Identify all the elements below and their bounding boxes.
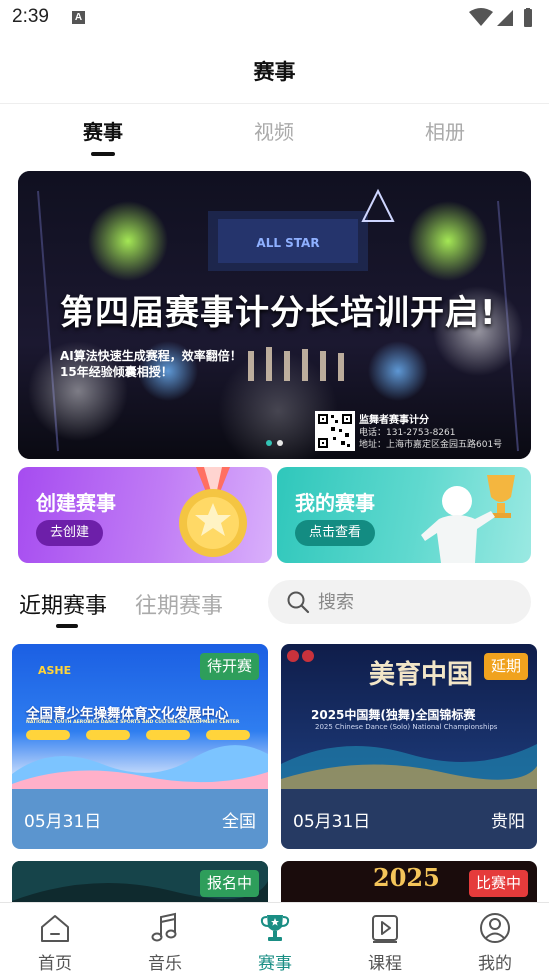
banner-title: 第四届赛事计分长培训开启!: [60, 293, 497, 333]
search-input[interactable]: [318, 588, 508, 616]
event-region: 全国: [222, 812, 256, 832]
view-my-events-button[interactable]: 点击查看: [295, 520, 376, 546]
status-badge: 待开赛: [199, 653, 259, 680]
gold-medal-icon: [179, 467, 247, 557]
status-badge: 延期: [483, 653, 528, 680]
trophy-figure-icon: [421, 475, 515, 563]
create-event-button[interactable]: 去创建: [36, 520, 104, 546]
banner-subtitle: AI算法快速生成赛程，效率翻倍！: [60, 349, 242, 363]
page-title: 赛事: [253, 60, 296, 84]
bottom-navigation: 首页 音乐 赛事 课程 我的: [0, 902, 549, 977]
nav-home[interactable]: 首页: [0, 909, 110, 975]
banner-subtitle: 15年经验倾囊相授！: [60, 365, 173, 379]
signal-battery-icons: [469, 8, 532, 27]
event-card-footer: 05月31日 全国: [12, 789, 268, 849]
create-event-label: 创建赛事: [36, 491, 116, 515]
tab-recent-events[interactable]: 近期赛事: [19, 588, 107, 620]
event-poster-subtitle: NATIONAL YOUTH AEROBICS DANCE SPORTS AND…: [26, 720, 240, 725]
promo-banner[interactable]: ALL STAR 第四届赛事计分长培训开启! AI算法快速生成赛程，效率翻倍！ …: [18, 171, 531, 459]
nav-events[interactable]: 赛事: [220, 909, 330, 975]
tab-past-events[interactable]: 往期赛事: [135, 588, 223, 620]
trophy-icon: [260, 915, 290, 941]
event-poster-logo: ASHE: [38, 664, 72, 677]
event-date: 05月31日: [293, 812, 371, 832]
search-box[interactable]: [268, 580, 531, 624]
event-card[interactable]: 2025 比赛中: [281, 861, 537, 903]
nav-label: 课程: [368, 954, 402, 974]
create-event-card[interactable]: 创建赛事 去创建: [18, 467, 272, 563]
nav-profile[interactable]: 我的: [440, 909, 549, 975]
play-book-icon: [372, 915, 398, 943]
nav-label: 音乐: [148, 954, 182, 974]
status-badge: 比赛中: [468, 870, 528, 897]
event-card-footer: 05月31日 贵阳: [281, 789, 537, 849]
nav-label: 首页: [38, 954, 72, 974]
event-card[interactable]: 报名中: [12, 861, 268, 903]
event-poster-title: 2025中国舞(独舞)全国锦标赛: [311, 708, 476, 722]
user-icon: [480, 913, 510, 943]
top-tabs: 赛事 视频 相册: [0, 104, 549, 164]
tab-albums[interactable]: 相册: [385, 116, 505, 145]
status-bar: 2:39 A: [0, 0, 549, 36]
nav-music[interactable]: 音乐: [110, 909, 220, 975]
banner-contact-address: 地址：上海市嘉定区金园五路601号: [359, 440, 503, 450]
search-icon: [287, 591, 310, 614]
event-card[interactable]: ASHE 全国青少年操舞体育文化发展中心 NATIONAL YOUTH AERO…: [12, 644, 268, 849]
tab-videos[interactable]: 视频: [214, 116, 334, 145]
banner-contact-name: 监舞者赛事计分: [359, 415, 429, 426]
carousel-dot[interactable]: [277, 440, 283, 446]
my-events-card[interactable]: 我的赛事 点击查看: [277, 467, 531, 563]
event-poster-logo: 美育中国: [369, 660, 474, 690]
app-header: 赛事: [0, 36, 549, 104]
status-badge: 报名中: [199, 870, 259, 897]
stage-screen-text: ALL STAR: [256, 236, 319, 250]
event-poster-title: 全国青少年操舞体育文化发展中心: [26, 706, 229, 722]
event-card[interactable]: 美育中国 2025中国舞(独舞)全国锦标赛 2025 Chinese Dance…: [281, 644, 537, 849]
nav-label: 我的: [478, 954, 512, 974]
qr-code-icon: [315, 411, 355, 451]
nav-label: 赛事: [258, 954, 292, 974]
event-poster-subtitle: 2025 Chinese Dance (Solo) National Champ…: [315, 723, 498, 731]
event-filter-tabs: 近期赛事 往期赛事: [0, 572, 549, 632]
my-events-label: 我的赛事: [295, 491, 375, 515]
carousel-dot-active[interactable]: [266, 440, 272, 446]
sub-tab-indicator: [56, 624, 78, 628]
event-region: 贵阳: [491, 812, 525, 832]
nav-courses[interactable]: 课程: [330, 909, 440, 975]
home-icon: [41, 915, 69, 942]
music-note-icon: [151, 912, 177, 942]
notification-icon: A: [72, 11, 85, 24]
status-time: 2:39: [12, 6, 49, 27]
tab-indicator: [91, 152, 115, 156]
event-date: 05月31日: [24, 812, 102, 832]
tab-events[interactable]: 赛事: [43, 116, 163, 145]
event-poster-title: 2025: [373, 863, 440, 892]
